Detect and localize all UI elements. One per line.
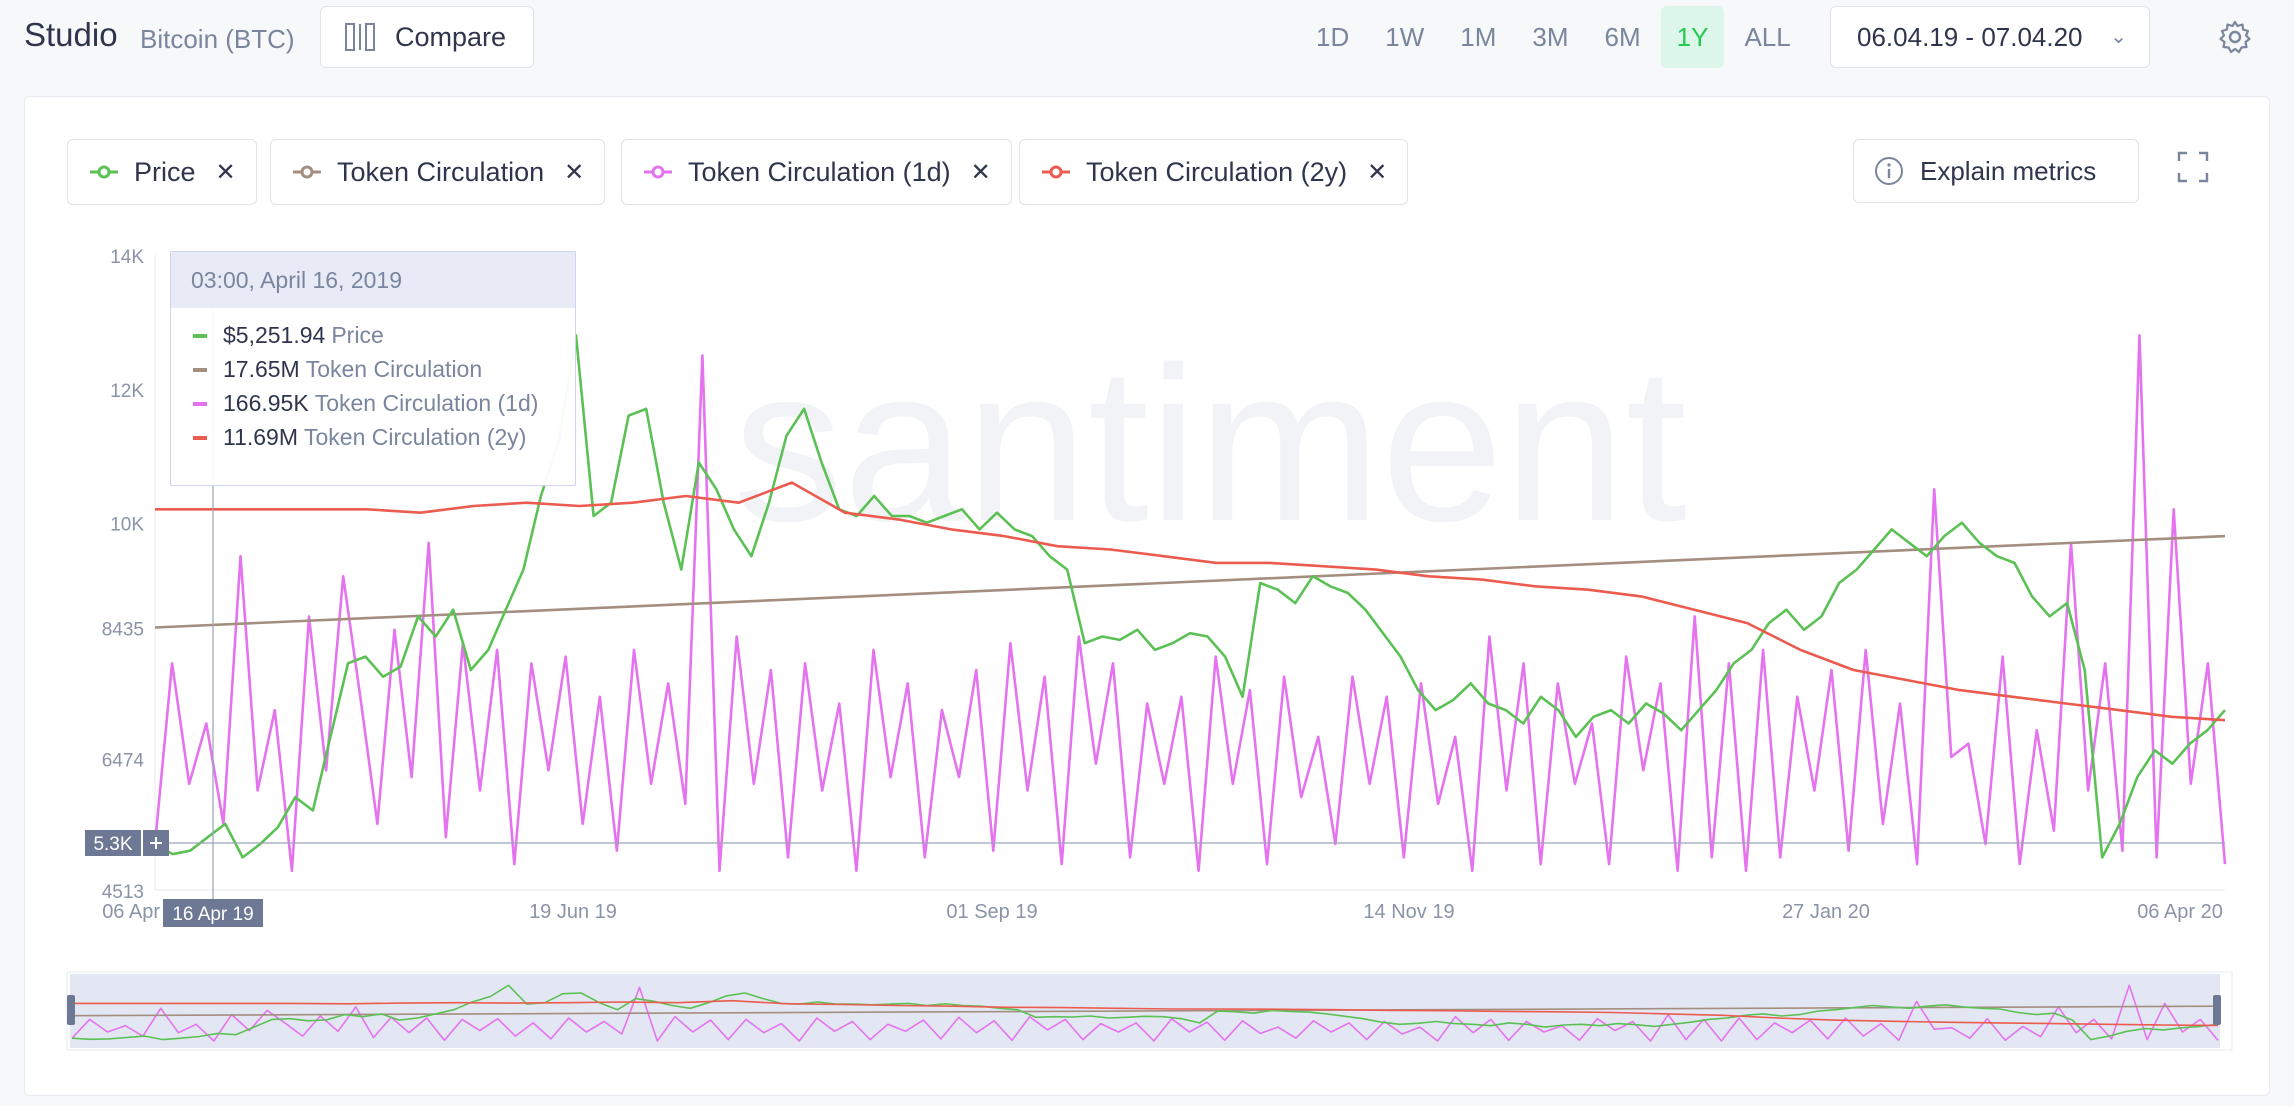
chart-tooltip: 03:00, April 16, 2019 $5,251.94 Price 17.6… [170,251,576,486]
tooltip-label: Token Circulation (2y) [304,424,527,450]
tooltip-date: 03:00, April 16, 2019 [171,252,575,308]
y-tick-label: 8435 [102,619,144,640]
tooltip-row: 17.65M Token Circulation [193,356,482,383]
y-tick-label: 4513 [102,882,144,903]
navigator-handle-right[interactable] [2213,995,2221,1025]
y-tick-label: 6474 [102,751,145,772]
tooltip-row: $5,251.94 Price [193,322,384,349]
watermark: santiment [733,321,1687,567]
x-tick-label: 06 Apr 20 [2137,901,2223,923]
tooltip-label: Token Circulation (1d) [314,390,539,416]
y-tick-label: 10K [110,515,144,536]
y-tick-label: 12K [110,381,144,402]
tooltip-value: 166.95K [223,390,309,416]
tooltip-row: 11.69M Token Circulation (2y) [193,424,526,451]
x-tick-label: 14 Nov 19 [1363,901,1454,923]
tooltip-label: Token Circulation [305,356,483,382]
tooltip-value: $5,251.94 [223,322,326,348]
tooltip-value: 11.69M [223,424,299,450]
tooltip-row: 166.95K Token Circulation (1d) [193,390,538,417]
crosshair-x-label: 16 Apr 19 [172,904,253,925]
series-swatch [193,401,207,406]
tooltip-value: 17.65M [223,356,300,382]
y-tick-label: 14K [110,247,144,268]
x-tick-label: 19 Jun 19 [529,901,617,923]
x-tick-label: 27 Jan 20 [1782,901,1870,923]
chart[interactable]: santiment 14K12K10K84356474451306 Apr 19… [0,0,2294,1106]
crosshair-y-label: 5.3K [93,834,132,855]
series-swatch [193,367,207,372]
navigator-handle-left[interactable] [67,995,75,1025]
tooltip-label: Price [331,322,384,348]
series-swatch [193,333,207,338]
x-tick-label: 01 Sep 19 [946,901,1037,923]
series-swatch [193,435,207,440]
